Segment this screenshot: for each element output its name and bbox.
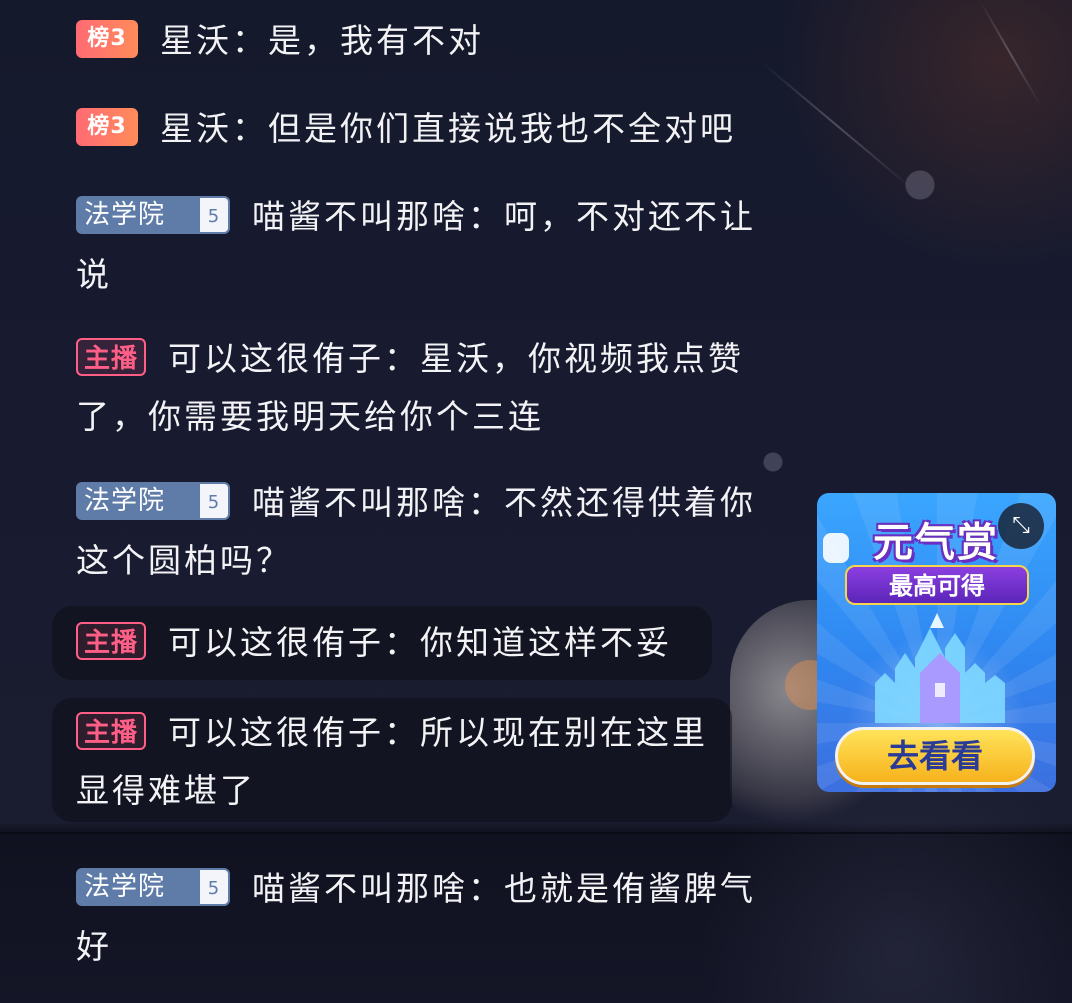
chat-message[interactable]: 榜3 星沃：但是你们直接说我也不全对吧 (76, 100, 766, 158)
username[interactable]: 喵酱不叫那啥 (252, 197, 468, 236)
separator: ： (468, 869, 504, 908)
separator: ： (468, 197, 504, 236)
fan-badge[interactable]: 法学院 5 (76, 481, 230, 520)
username[interactable]: 可以这很侑子 (168, 713, 384, 752)
fan-badge-label: 法学院 (84, 199, 166, 230)
rank-badge[interactable]: 榜3 (76, 107, 138, 146)
chat-divider (0, 832, 1072, 834)
separator: ： (232, 109, 268, 148)
username[interactable]: 喵酱不叫那啥 (252, 869, 468, 908)
chat-message[interactable]: 主播 可以这很侑子：星沃，你视频我点赞了，你需要我明天给你个三连 (76, 330, 766, 446)
fan-badge[interactable]: 法学院 5 (76, 867, 230, 906)
username[interactable]: 星沃 (160, 21, 232, 60)
castle-icon (875, 613, 1005, 723)
chat-message[interactable]: 主播 可以这很侑子：所以现在别在这里显得难堪了 (52, 698, 732, 822)
fan-badge-level: 5 (198, 867, 230, 906)
background-streak (979, 0, 1041, 106)
chat-message[interactable]: 法学院 5 喵酱不叫那啥：不然还得供着你这个圆柏吗？ (76, 474, 766, 590)
separator: ： (384, 339, 421, 378)
separator: ： (384, 623, 421, 662)
fan-badge-label: 法学院 (84, 485, 166, 516)
separator: ： (232, 21, 268, 60)
background-streak (759, 60, 914, 191)
message-text: 是，我有不对 (268, 21, 484, 60)
chat-message[interactable]: 法学院 5 喵酱不叫那啥：也就是侑酱脾气好 (76, 860, 766, 976)
shrink-arrows-icon[interactable]: ⤡ (998, 503, 1044, 549)
host-badge: 主播 (76, 337, 147, 376)
host-badge: 主播 (76, 621, 147, 660)
username[interactable]: 可以这很侑子 (168, 339, 384, 378)
fan-badge[interactable]: 法学院 5 (76, 195, 230, 234)
go-look-button[interactable]: 去看看 (835, 727, 1035, 785)
fan-badge-level: 5 (198, 481, 230, 520)
fan-badge-label: 法学院 (84, 871, 166, 902)
separator: ： (384, 713, 421, 752)
live-stream-view: 榜3 星沃：是，我有不对 榜3 星沃：但是你们直接说我也不全对吧 法学院 5 喵酱不叫那… (0, 0, 1072, 1003)
message-text: 但是你们直接说我也不全对吧 (268, 109, 736, 148)
separator: ： (468, 483, 504, 522)
username[interactable]: 星沃 (160, 109, 232, 148)
rank-badge[interactable]: 榜3 (76, 19, 138, 58)
message-text: 你知道这样不妥 (420, 623, 673, 662)
username[interactable]: 可以这很侑子 (168, 623, 384, 662)
chat-message[interactable]: 榜3 星沃：是，我有不对 (76, 12, 766, 70)
host-badge: 主播 (76, 711, 147, 750)
username[interactable]: 喵酱不叫那啥 (252, 483, 468, 522)
chat-message[interactable]: 法学院 5 喵酱不叫那啥：呵，不对还不让说 (76, 188, 766, 304)
ad-subtitle: 最高可得 (845, 565, 1029, 605)
chat-message[interactable]: 主播 可以这很侑子：你知道这样不妥 (52, 606, 712, 680)
fan-badge-level: 5 (198, 195, 230, 234)
